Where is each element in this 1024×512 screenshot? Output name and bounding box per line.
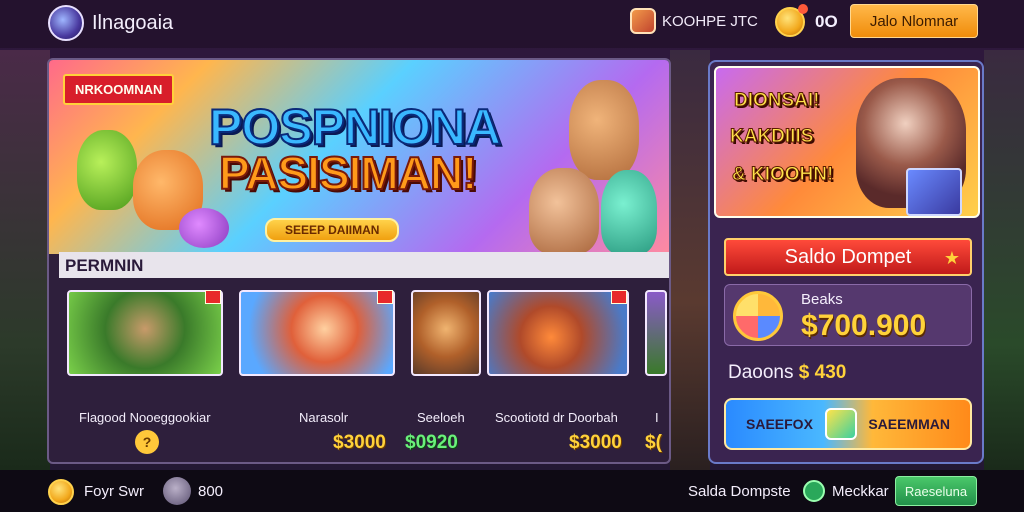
game-card-image[interactable] <box>487 290 629 376</box>
action-left-label: SAEEFOX <box>746 416 813 432</box>
wallet-panel: DIONSAI! KAKDIIIS & KIOOHN! Saldo Dompet… <box>708 60 984 464</box>
game-card-image[interactable] <box>645 290 667 376</box>
game-card-image[interactable] <box>411 290 481 376</box>
promo-line: DIONSAI! <box>734 90 820 112</box>
wallet-action-button[interactable]: SAEEFOX SAEEMMAN <box>724 398 972 450</box>
user-avatar-icon[interactable] <box>630 8 656 34</box>
banner-tag: NRKOOMNAN <box>63 74 175 105</box>
wallet-balance-title: Saldo Dompet ★ <box>724 238 972 276</box>
action-right-label: SAEEMMAN <box>868 416 950 432</box>
footer-user[interactable]: Foyr Swr <box>84 483 144 500</box>
game-card-price: $3000 <box>569 432 622 453</box>
banner-subtitle-button[interactable]: SEEEP DAIIMAN <box>265 218 400 242</box>
game-card-price: $( <box>645 432 662 453</box>
footer-action-button[interactable]: Raeseluna <box>895 476 977 506</box>
user-name[interactable]: KOOHPE JTC <box>662 13 758 30</box>
game-card-price: $3000 <box>333 432 386 453</box>
balance-label: Beaks <box>801 291 843 308</box>
app-title: Ilnagoaia <box>92 12 174 34</box>
coin-count: 0O <box>815 12 838 31</box>
game-card-name: Scootiotd dr Doorbah <box>495 410 618 425</box>
game-card-name: Narasolr <box>299 410 349 425</box>
card-badge-icon <box>205 290 221 304</box>
game-card-image[interactable] <box>239 290 395 376</box>
section-title: PERMNIN <box>59 252 669 278</box>
game-card-name: I <box>655 410 659 425</box>
top-bar: Ilnagoaia KOOHPE JTC 0O Jalo Nlomnar <box>0 0 1024 48</box>
game-card-price: $0920 <box>405 432 458 453</box>
cat-avatar-icon[interactable] <box>163 477 191 505</box>
footer-saldo[interactable]: Salda Dompste <box>688 483 791 500</box>
deposit-row: Daoons $ 430 <box>728 362 846 384</box>
game-card-name: Seeloeh <box>417 410 465 425</box>
boy-character-icon <box>529 168 599 254</box>
background-scenery-middle <box>670 50 710 470</box>
footer-member[interactable]: Meckkar <box>832 483 889 500</box>
background-scenery-left <box>0 50 50 470</box>
member-status-icon <box>803 480 825 502</box>
deposit-amount: $ 430 <box>798 362 847 383</box>
card-badge-icon <box>377 290 393 304</box>
promo-line: & KIOOHN! <box>731 164 834 186</box>
banner-title-line2: PASISIMAN! <box>218 146 478 200</box>
help-icon[interactable]: ? <box>135 430 159 454</box>
main-panel: NRKOOMNAN POSPNIONA PASISIMAN! SEEEP DAI… <box>47 58 671 464</box>
purple-creature-icon <box>179 208 229 248</box>
bottom-bar: Foyr Swr 800 Salda Dompste Meckkar Raese… <box>0 470 1024 512</box>
promo-card[interactable]: DIONSAI! KAKDIIIS & KIOOHN! <box>714 66 980 218</box>
app-logo-icon[interactable] <box>48 5 84 41</box>
background-scenery-right <box>984 50 1024 470</box>
promo-line: KAKDIIIS <box>729 126 814 148</box>
kangaroo-mascot-icon <box>569 80 639 180</box>
dragon-mascot-icon <box>77 130 137 210</box>
notification-badge <box>798 4 808 14</box>
footer-count: 800 <box>198 483 224 500</box>
girl-character-icon <box>601 170 657 254</box>
promo-banner[interactable]: NRKOOMNAN POSPNIONA PASISIMAN! SEEEP DAI… <box>49 60 669 254</box>
puzzle-icon <box>824 408 857 440</box>
gift-box-icon <box>906 168 962 216</box>
card-badge-icon <box>611 290 627 304</box>
top-action-button[interactable]: Jalo Nlomnar <box>850 4 978 38</box>
balance-amount: $700.900 <box>801 309 927 342</box>
star-icon: ★ <box>943 248 960 268</box>
game-card-name: Flagood Nooeggookiar <box>79 410 211 425</box>
balance-box: Beaks $700.900 <box>724 284 972 346</box>
coin-icon <box>48 479 74 505</box>
deposit-label: Daoons <box>728 362 794 383</box>
wallet-balance-title-text: Saldo Dompet <box>784 245 912 268</box>
game-card-list: Flagood Nooeggookiar ? Narasolr $3000 Se… <box>67 290 667 460</box>
game-card-image[interactable] <box>67 290 223 376</box>
balance-avatar-icon <box>733 291 783 341</box>
